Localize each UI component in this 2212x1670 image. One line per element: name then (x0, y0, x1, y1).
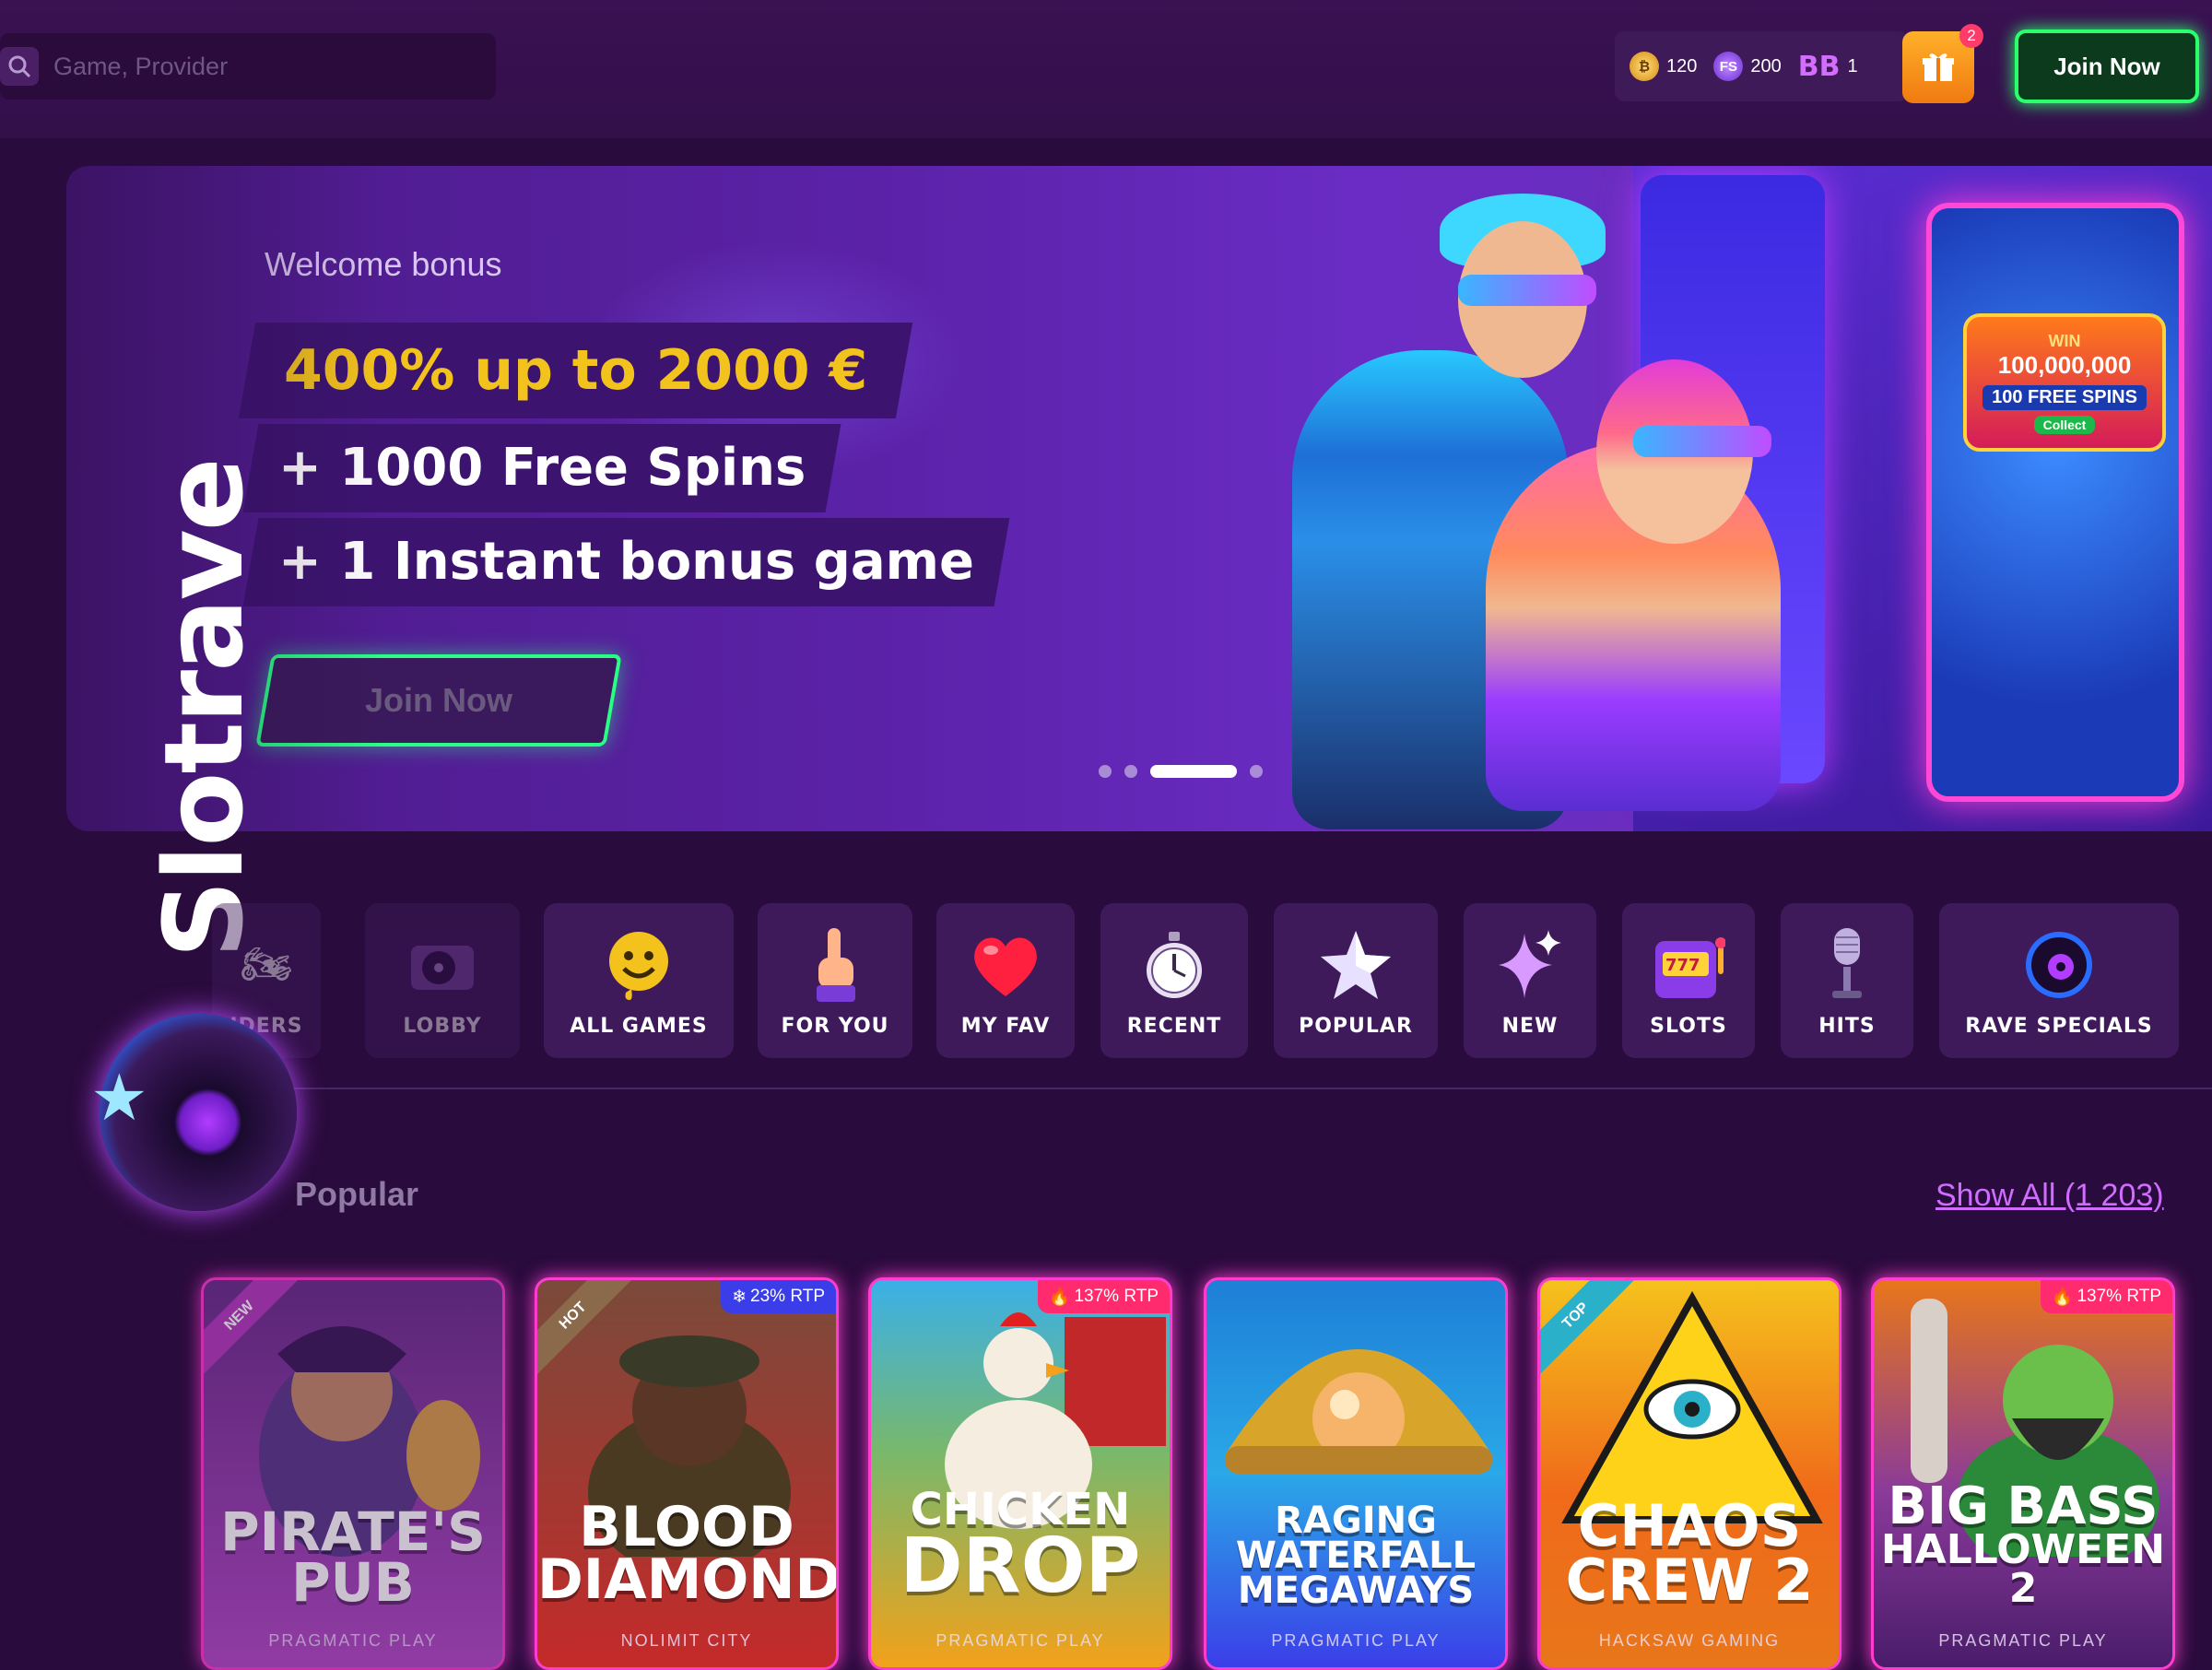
smiley-icon (602, 928, 676, 1002)
top-bar: ₿ 120 FS 200 BB 1 2 Join Now (0, 0, 2212, 138)
heart-icon (969, 928, 1042, 1002)
category-slots[interactable]: 777 SLOTS (1622, 903, 1755, 1058)
slot-machine-icon: 777 (1652, 928, 1725, 1002)
carousel-dots[interactable] (1099, 765, 1263, 778)
game-title: CHICKEN DROP (900, 1483, 1141, 1611)
category-all-games[interactable]: ALL GAMES (544, 903, 734, 1058)
section-divider (276, 1088, 2212, 1089)
category-rave-specials[interactable]: RAVE SPECIALS (1939, 903, 2179, 1058)
hero-bonus-line: 400% up to 2000 € (238, 323, 913, 418)
category-popular[interactable]: POPULAR (1274, 903, 1438, 1058)
game-provider: PRAGMATIC PLAY (268, 1631, 438, 1650)
microphone-icon (1810, 928, 1884, 1002)
male-sunglasses (1458, 275, 1596, 306)
game-provider: NOLIMIT CITY (620, 1631, 753, 1650)
section-title: Popular (295, 1175, 419, 1213)
carousel-dot[interactable] (1250, 765, 1263, 778)
category-lobby[interactable]: LOBBY (365, 903, 520, 1058)
game-title: BLOOD DIAMOND (537, 1495, 839, 1612)
gift-icon (1923, 53, 1954, 81)
category-hits[interactable]: HITS (1781, 903, 1913, 1058)
game-card[interactable]: HOT ❄ 23% RTP BLOOD DIAMOND NOLIMIT CITY (535, 1277, 839, 1670)
game-provider: HACKSAW GAMING (1598, 1631, 1781, 1650)
svg-text:777: 777 (1665, 956, 1700, 975)
game-title: RAGING WATERFALL MEGAWAYS (1235, 1499, 1477, 1612)
game-provider: PRAGMATIC PLAY (935, 1631, 1105, 1650)
hero-instant-bonus-line: + 1 Instant bonus game (242, 518, 1010, 606)
turntable-icon (406, 928, 479, 1002)
gift-count-badge: 2 (1959, 24, 1983, 48)
free-spins-balance[interactable]: FS 200 (1713, 52, 1782, 81)
stopwatch-icon (1137, 928, 1211, 1002)
game-card[interactable]: TOP CHAOS CREW 2 HACKSAW GAMING (1537, 1277, 1841, 1670)
game-provider: PRAGMATIC PLAY (1938, 1631, 2108, 1650)
balances-bar[interactable]: ₿ 120 FS 200 BB 1 (1615, 31, 1908, 101)
carousel-dot[interactable] (1124, 765, 1137, 778)
pointing-finger-icon (798, 928, 872, 1002)
jackpot-machine-art (1926, 203, 2184, 802)
category-my-fav[interactable]: MY FAV (936, 903, 1075, 1058)
gift-button[interactable]: 2 (1902, 24, 1983, 103)
bonus-buy-value: 1 (1847, 55, 1858, 76)
category-nav: 🏍 IDERS LOBBY ALL GAMES FOR YOU MY FAV R… (0, 903, 2212, 1058)
coin-balance-value: 120 (1666, 55, 1698, 76)
bonus-buy-balance[interactable]: BB 1 (1798, 51, 1858, 83)
coin-balance[interactable]: ₿ 120 (1630, 52, 1697, 81)
female-sunglasses (1633, 426, 1771, 457)
free-spins-value: 200 (1750, 55, 1782, 76)
sparkle-icon (1493, 928, 1567, 1002)
hero-welcome-text: Welcome bonus (265, 245, 502, 283)
carousel-dot-active[interactable] (1150, 765, 1237, 778)
game-card[interactable]: RAGING WATERFALL MEGAWAYS PRAGMATIC PLAY (1204, 1277, 1508, 1670)
game-card[interactable]: 🔥 137% RTP CHICKEN DROP PRAGMATIC PLAY (868, 1277, 1172, 1670)
join-now-button[interactable]: Join Now (2015, 29, 2199, 103)
game-title: PIRATE'S PUB (220, 1499, 486, 1614)
carousel-dot[interactable] (1099, 765, 1112, 778)
hero-banner[interactable]: Welcome bonus 400% up to 2000 € + 1000 F… (66, 166, 2212, 831)
game-card[interactable]: 🔥 137% RTP BIG BASS HALLOWEEN 2 PRAGMATIC… (1871, 1277, 2175, 1670)
game-card[interactable]: NEW PIRATE'S PUB PRAGMATIC PLAY (201, 1277, 505, 1670)
show-all-link[interactable]: Show All (1 203) (1936, 1178, 2164, 1214)
vinyl-icon (2022, 928, 2096, 1002)
search-icon[interactable] (0, 47, 39, 86)
free-spins-icon: FS (1713, 52, 1744, 81)
game-provider: PRAGMATIC PLAY (1271, 1631, 1441, 1650)
brand-logo: Slotrave (140, 459, 267, 958)
game-title: CHAOS CREW 2 (1565, 1492, 1814, 1615)
gold-coin-icon: ₿ (1630, 52, 1659, 81)
category-new[interactable]: NEW (1464, 903, 1596, 1058)
hero-free-spins-line: + 1000 Free Spins (242, 424, 841, 512)
star-badge-icon: ★ (90, 1060, 148, 1135)
riders-icon: 🏍 (241, 941, 292, 988)
star-icon (1319, 928, 1393, 1002)
game-title: BIG BASS HALLOWEEN 2 (1880, 1476, 2166, 1613)
hero-join-button[interactable]: Join Now (255, 654, 622, 747)
category-recent[interactable]: RECENT (1100, 903, 1248, 1058)
search-box[interactable] (0, 33, 496, 100)
jackpot-screen: WIN 100,000,000 100 FREE SPINS Collect (1963, 313, 2166, 452)
bonus-buy-icon: BB (1797, 50, 1841, 83)
search-input[interactable] (52, 51, 439, 82)
category-for-you[interactable]: FOR YOU (758, 903, 912, 1058)
